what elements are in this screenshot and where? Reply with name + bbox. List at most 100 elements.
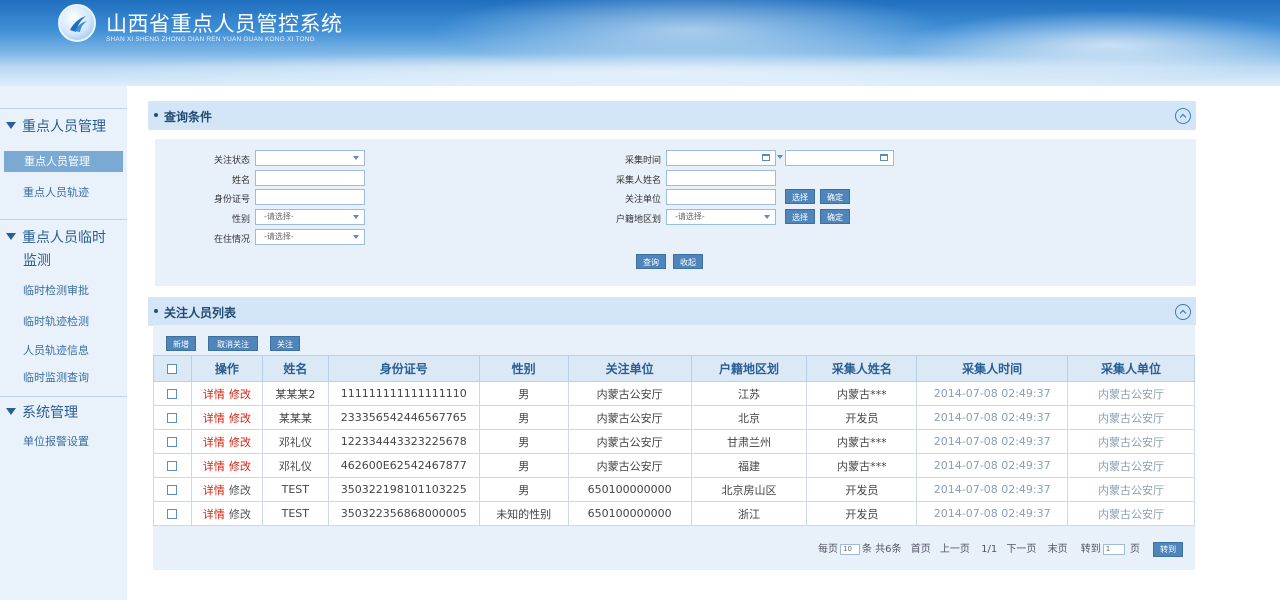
- collect-time-cell: 2014-07-08 02:49:37: [916, 381, 1069, 406]
- residence-select[interactable]: -请选择-: [255, 229, 365, 245]
- app-header: 山西省重点人员管控系统 SHAN XI SHENG ZHONG DIAN REN…: [0, 0, 1280, 86]
- row-checkbox-cell[interactable]: [153, 477, 192, 502]
- name-cell: TEST: [261, 477, 329, 502]
- edit-link[interactable]: 修改: [229, 460, 251, 473]
- detail-link[interactable]: 详情: [203, 436, 225, 449]
- sidebar-group-temp-monitor[interactable]: 重点人员临时: [0, 227, 127, 247]
- checkbox[interactable]: [167, 485, 178, 495]
- label-region: 户籍地区划: [615, 215, 661, 225]
- gender-cell: 男: [478, 381, 569, 406]
- name-input[interactable]: [255, 170, 365, 186]
- region-select[interactable]: -请选择-: [666, 209, 776, 225]
- prev-page-link[interactable]: 上一页: [940, 544, 970, 555]
- sidebar-item-person-track-info[interactable]: 人员轨迹信息: [0, 340, 127, 361]
- next-page-link[interactable]: 下一页: [1006, 544, 1036, 555]
- label-gender: 性别: [231, 215, 250, 225]
- sidebar-divider: [0, 108, 127, 109]
- table-row[interactable]: 详情 修改 某某某 233356542446567765 男内蒙古公安厅 北京 开发员 201…: [153, 405, 1195, 430]
- sidebar-item-key-person-track[interactable]: 重点人员轨迹: [0, 182, 127, 203]
- select-all-checkbox-cell[interactable]: [153, 355, 192, 382]
- checkbox[interactable]: [167, 413, 178, 423]
- row-checkbox-cell[interactable]: [153, 429, 192, 454]
- edit-link[interactable]: 修改: [229, 388, 251, 401]
- detail-link[interactable]: 详情: [203, 388, 225, 401]
- calendar-icon[interactable]: [762, 154, 770, 161]
- search-button[interactable]: 查询: [636, 254, 666, 269]
- sidebar-item-key-person-manage[interactable]: 重点人员管理: [4, 151, 123, 172]
- operations-cell: 详情 修改: [190, 501, 263, 526]
- region-cell: 江苏: [690, 381, 808, 406]
- name-cell: TEST: [261, 501, 329, 526]
- region-confirm-button[interactable]: 确定: [820, 209, 850, 224]
- collect-time-start[interactable]: [666, 150, 776, 166]
- collector-unit-cell: 内蒙古公安厅: [1067, 453, 1195, 478]
- chevron-down-icon: [353, 235, 359, 239]
- sidebar-group-key-person[interactable]: 重点人员管理: [0, 116, 127, 136]
- checkbox[interactable]: [167, 364, 178, 374]
- operations-cell: 详情 修改: [190, 429, 263, 454]
- table-row[interactable]: 详情 修改 邓礼仪 462600E62542467877 男内蒙古公安厅 福建 内蒙古***…: [153, 453, 1195, 478]
- collect-time-end[interactable]: [785, 150, 894, 166]
- collapse-button[interactable]: 收起: [673, 254, 703, 269]
- sidebar-item-alarm-setting[interactable]: 单位报警设置: [0, 431, 127, 452]
- operations-cell: 详情 修改: [190, 405, 263, 430]
- checkbox[interactable]: [167, 437, 178, 447]
- sidebar-group-label: 重点人员管理: [22, 119, 106, 135]
- id-number-input[interactable]: [255, 189, 365, 205]
- edit-link[interactable]: 修改: [229, 412, 251, 425]
- collapse-up-icon[interactable]: [1175, 304, 1191, 320]
- collector-name-input[interactable]: [666, 170, 776, 186]
- sidebar-item-temp-query[interactable]: 临时监测查询: [0, 367, 127, 388]
- add-button[interactable]: 新增: [166, 336, 196, 351]
- unit-confirm-button[interactable]: 确定: [820, 189, 850, 204]
- collect-time-cell: 2014-07-08 02:49:37: [916, 477, 1069, 502]
- label-id: 身份证号: [213, 195, 250, 205]
- unfollow-button[interactable]: 取消关注: [208, 336, 258, 351]
- gender-cell: 男: [478, 429, 569, 454]
- edit-link[interactable]: 修改: [229, 436, 251, 449]
- row-checkbox-cell[interactable]: [153, 381, 192, 406]
- edit-link[interactable]: 修改: [229, 508, 251, 521]
- detail-link[interactable]: 详情: [203, 460, 225, 473]
- collect-time-cell: 2014-07-08 02:49:37: [916, 405, 1069, 430]
- goto-page-input[interactable]: 1: [1102, 543, 1125, 555]
- edit-link[interactable]: 修改: [229, 484, 251, 497]
- collector-cell: 内蒙古***: [806, 429, 918, 454]
- sidebar-item-temp-approve[interactable]: 临时检测审批: [0, 280, 127, 301]
- region-select-button[interactable]: 选择: [785, 209, 815, 224]
- col-header: 姓名: [261, 355, 329, 382]
- sidebar-group-system[interactable]: 系统管理: [0, 402, 127, 422]
- calendar-icon[interactable]: [880, 154, 888, 161]
- follow-button[interactable]: 关注: [270, 336, 300, 351]
- collapse-up-icon[interactable]: [1175, 108, 1191, 124]
- table-row[interactable]: 详情 修改 邓礼仪 122334443323225678 男内蒙古公安厅 甘肃兰州 内蒙古*…: [153, 429, 1195, 454]
- status-select[interactable]: [255, 150, 365, 166]
- bullet-icon: [154, 113, 158, 117]
- row-checkbox-cell[interactable]: [153, 405, 192, 430]
- checkbox[interactable]: [167, 509, 178, 519]
- table-row[interactable]: 详情 修改 TEST 350322356868000005 未知的性别 650100000…: [153, 501, 1195, 526]
- checkbox[interactable]: [167, 389, 178, 399]
- unit-input[interactable]: [666, 189, 776, 205]
- per-page-input[interactable]: 10: [840, 543, 860, 555]
- checkbox[interactable]: [167, 461, 178, 471]
- row-checkbox-cell[interactable]: [153, 501, 192, 526]
- chevron-down-icon: [353, 215, 359, 219]
- name-cell: 某某某2: [261, 381, 329, 406]
- chevron-down-icon[interactable]: [777, 155, 783, 159]
- detail-link[interactable]: 详情: [203, 412, 225, 425]
- unit-cell: 内蒙古公安厅: [567, 453, 692, 478]
- table-row[interactable]: 详情 修改 某某某2 111111111111111110 男内蒙古公安厅 江苏 内蒙古**…: [153, 381, 1195, 406]
- detail-link[interactable]: 详情: [203, 484, 225, 497]
- collector-cell: 开发员: [806, 501, 918, 526]
- sidebar-item-temp-track[interactable]: 临时轨迹检测: [0, 311, 127, 332]
- detail-link[interactable]: 详情: [203, 508, 225, 521]
- unit-select-button[interactable]: 选择: [785, 189, 815, 204]
- goto-button[interactable]: 转到: [1153, 542, 1184, 557]
- first-page-link[interactable]: 首页: [911, 544, 931, 555]
- gender-select[interactable]: -请选择-: [255, 209, 365, 225]
- table-row[interactable]: 详情 修改 TEST 350322198101103225 男 650100000000 北…: [153, 477, 1195, 502]
- row-checkbox-cell[interactable]: [153, 453, 192, 478]
- last-page-link[interactable]: 末页: [1048, 544, 1068, 555]
- gender-cell: 男: [478, 405, 569, 430]
